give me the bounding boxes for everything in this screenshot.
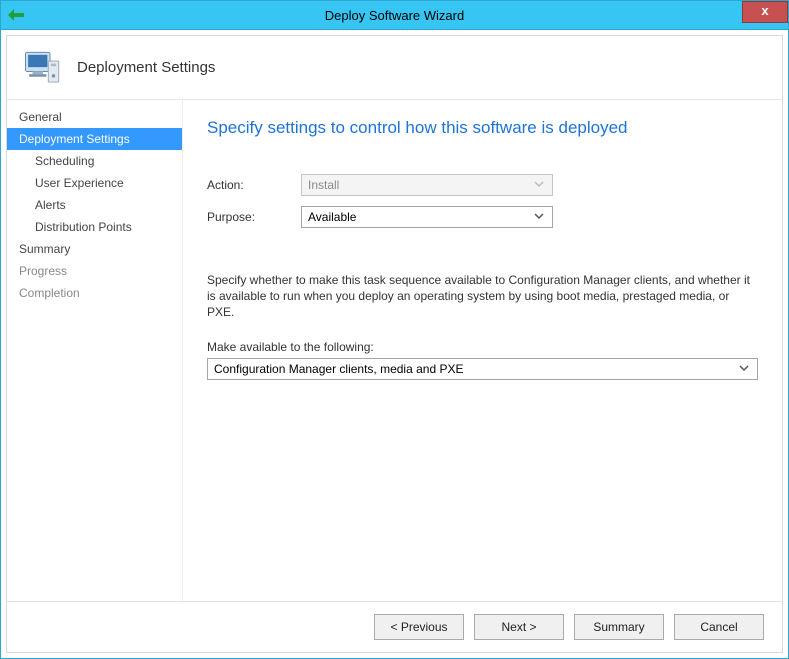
available-value: Configuration Manager clients, media and… (214, 362, 463, 376)
sidebar-item-user-experience[interactable]: User Experience (7, 172, 182, 194)
action-row: Action: Install (207, 174, 758, 196)
sidebar-item-completion: Completion (7, 282, 182, 304)
action-value: Install (308, 178, 339, 192)
previous-button[interactable]: < Previous (374, 614, 464, 640)
sidebar-item-deployment-settings[interactable]: Deployment Settings (7, 128, 182, 150)
action-label: Action: (207, 178, 301, 192)
close-button[interactable]: x (742, 1, 788, 23)
action-select: Install (301, 174, 553, 196)
chevron-down-icon (534, 210, 548, 224)
purpose-value: Available (308, 210, 356, 224)
sidebar-item-general[interactable]: General (7, 106, 182, 128)
page-title: Specify settings to control how this sof… (207, 118, 758, 138)
wizard-shell: Deployment Settings GeneralDeployment Se… (0, 30, 789, 659)
chevron-down-icon (534, 178, 548, 192)
wizard-inner: Deployment Settings GeneralDeployment Se… (6, 35, 783, 653)
window-title: Deploy Software Wizard (1, 8, 788, 23)
header: Deployment Settings (7, 36, 782, 100)
back-icon[interactable] (7, 6, 25, 24)
body: GeneralDeployment SettingsSchedulingUser… (7, 100, 782, 601)
purpose-label: Purpose: (207, 210, 301, 224)
purpose-row: Purpose: Available (207, 206, 758, 228)
sidebar-item-scheduling[interactable]: Scheduling (7, 150, 182, 172)
available-label: Make available to the following: (207, 340, 758, 354)
sidebar-item-distribution-points[interactable]: Distribution Points (7, 216, 182, 238)
sidebar: GeneralDeployment SettingsSchedulingUser… (7, 100, 183, 601)
header-title: Deployment Settings (77, 59, 215, 76)
sidebar-item-alerts[interactable]: Alerts (7, 194, 182, 216)
computer-icon (21, 46, 65, 90)
description-text: Specify whether to make this task sequen… (207, 272, 758, 320)
titlebar: Deploy Software Wizard x (0, 0, 789, 30)
sidebar-item-summary[interactable]: Summary (7, 238, 182, 260)
footer: < Previous Next > Summary Cancel (7, 601, 782, 652)
content: Specify settings to control how this sof… (183, 100, 782, 601)
cancel-button[interactable]: Cancel (674, 614, 764, 640)
purpose-select[interactable]: Available (301, 206, 553, 228)
summary-button[interactable]: Summary (574, 614, 664, 640)
next-button[interactable]: Next > (474, 614, 564, 640)
chevron-down-icon (739, 362, 753, 376)
available-select[interactable]: Configuration Manager clients, media and… (207, 358, 758, 380)
sidebar-item-progress: Progress (7, 260, 182, 282)
